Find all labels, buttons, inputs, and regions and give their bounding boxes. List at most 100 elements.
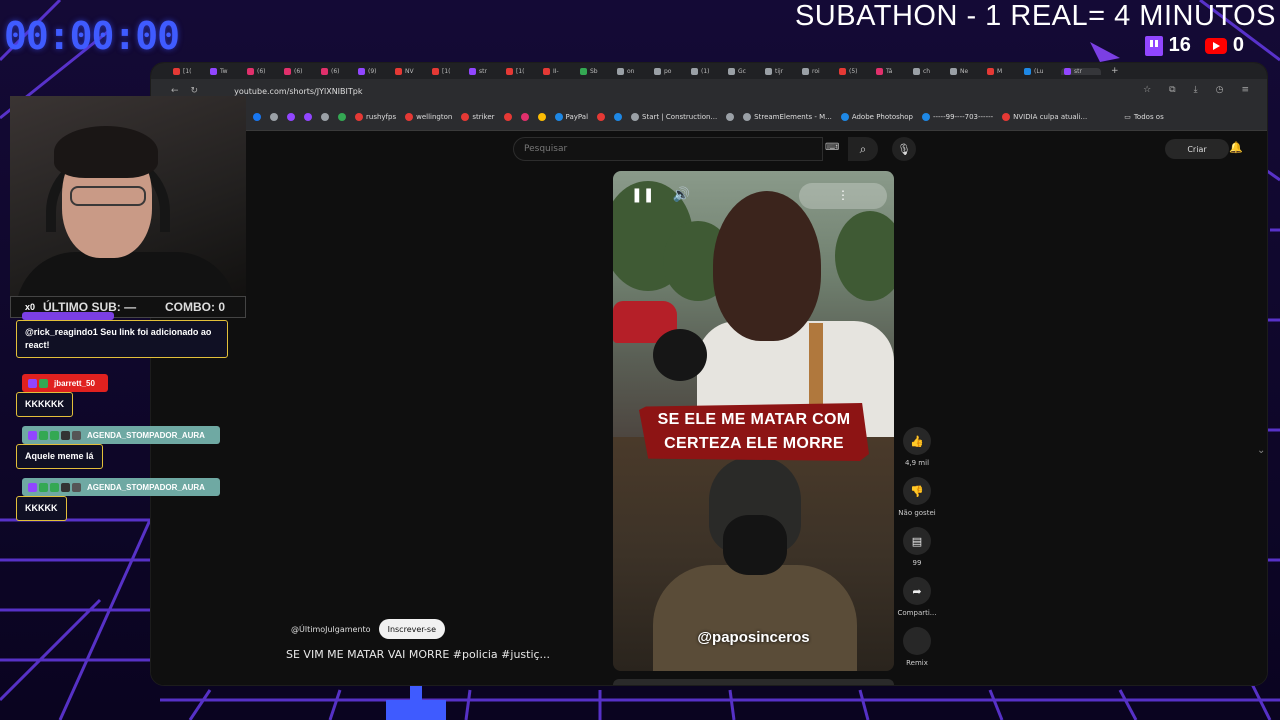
browser-tab[interactable]: (6) — [247, 67, 280, 75]
browser-tab[interactable]: on — [617, 67, 650, 75]
browser-tab[interactable]: (Lu — [1024, 67, 1057, 75]
tab-label: on — [627, 67, 635, 75]
menu-icon[interactable]: ≡ — [1241, 85, 1249, 95]
bookmark-item[interactable] — [321, 112, 329, 121]
sword-badge-icon — [50, 430, 59, 440]
shorts-video-player[interactable]: ❚❚ 🔊 ⋮ @paposinceros SE ELE ME MATAR COM… — [613, 171, 894, 671]
search-button[interactable]: ⌕ — [848, 137, 878, 161]
browser-tab[interactable]: [1( — [506, 67, 539, 75]
keyboard-icon[interactable]: ⌨ — [825, 142, 839, 153]
bookmark-item[interactable]: wellington — [405, 112, 452, 121]
voice-search-button[interactable]: 🎙 — [892, 137, 916, 161]
more-options-button[interactable]: ⋮ — [799, 183, 887, 209]
share-icon[interactable]: ➦ — [903, 577, 931, 605]
bookmark-item[interactable] — [726, 112, 735, 121]
subscribe-button[interactable]: Inscrever-se — [378, 619, 446, 639]
browser-tab[interactable]: (1) — [691, 67, 724, 75]
bookmark-item[interactable]: NVIDIA culpa atuali... — [1002, 112, 1087, 121]
like-action[interactable]: 👍 4,9 mil — [903, 427, 931, 473]
browser-tab[interactable]: (5) — [839, 67, 872, 75]
browser-tab[interactable]: M — [987, 67, 1020, 75]
tab-favicon-icon — [691, 67, 698, 75]
player-controls[interactable]: ❚❚ 🔊 — [631, 187, 690, 203]
bookmark-item[interactable] — [520, 112, 529, 121]
like-count: 4,9 mil — [904, 459, 930, 467]
video-title[interactable]: SE VIM ME MATAR VAI MORRE #policia #just… — [286, 648, 550, 661]
channel-name[interactable]: @ÚltimoJulgamento — [291, 625, 371, 634]
tab-favicon-icon — [765, 67, 772, 75]
comment-icon[interactable]: ▤ — [903, 527, 931, 555]
comment-action[interactable]: ▤ 99 — [903, 527, 931, 573]
browser-tab-active[interactable]: str — [1061, 67, 1101, 75]
back-icon[interactable]: ← — [171, 86, 179, 96]
sword-badge-icon — [39, 482, 48, 492]
history-icon[interactable]: ◷ — [1216, 85, 1224, 95]
browser-tab[interactable]: roi — [802, 67, 835, 75]
youtube-page: Pesquisar ⌨ ⌕ 🎙 Criar 🔔 ❚❚ 🔊 ⋮ @paposinc… — [151, 131, 1267, 685]
search-input[interactable]: Pesquisar — [513, 137, 823, 161]
volume-icon[interactable]: 🔊 — [672, 187, 689, 203]
tab-label: po — [664, 67, 672, 75]
extensions-icon[interactable]: ⧉ — [1169, 85, 1175, 95]
browser-tab[interactable]: (6) — [321, 67, 354, 75]
browser-tab[interactable]: II- — [543, 67, 576, 75]
browser-tab[interactable]: Gc — [728, 67, 761, 75]
browser-tab[interactable]: Tá — [876, 67, 909, 75]
bookmark-item[interactable] — [503, 112, 512, 121]
bookmark-favicon-icon — [287, 112, 295, 121]
sub-badge-icon — [39, 378, 48, 388]
browser-tab[interactable]: NV — [395, 67, 428, 75]
browser-tab[interactable]: Ne — [950, 67, 983, 75]
remix-icon[interactable] — [903, 627, 931, 655]
browser-tab[interactable]: [1( — [432, 67, 465, 75]
bookmark-star-icon[interactable]: ☆ — [1143, 85, 1151, 95]
bookmark-item[interactable] — [537, 112, 546, 121]
subathon-timer: 00:00:00 — [4, 14, 180, 58]
new-tab-icon[interactable]: + — [1111, 66, 1119, 76]
next-short-preview[interactable] — [613, 679, 894, 685]
bookmark-item[interactable] — [597, 112, 606, 121]
bookmark-item[interactable] — [304, 112, 312, 121]
browser-tab[interactable]: str — [469, 67, 502, 75]
bookmark-label: Start | Construction... — [642, 112, 718, 121]
bookmark-item[interactable] — [253, 112, 261, 121]
bookmark-item[interactable] — [270, 112, 278, 121]
bookmark-item[interactable] — [287, 112, 295, 121]
browser-tab[interactable]: Sb — [580, 67, 613, 75]
bookmark-item[interactable] — [614, 112, 623, 121]
bookmark-item[interactable] — [338, 112, 346, 121]
create-button[interactable]: Criar — [1165, 139, 1229, 159]
bookmark-item[interactable]: striker — [461, 112, 495, 121]
notifications-bell-icon[interactable]: 🔔 — [1229, 141, 1243, 154]
bookmark-item[interactable]: rushyfps — [355, 112, 396, 121]
chat-message-text: KKKKK — [16, 496, 67, 521]
download-icon[interactable]: ⤓ — [1194, 85, 1198, 95]
browser-tab[interactable]: (6) — [284, 67, 317, 75]
browser-tab[interactable]: Tw — [210, 67, 243, 75]
bookmark-favicon-icon — [355, 112, 363, 121]
browser-tab[interactable]: tijr — [765, 67, 798, 75]
bookmark-item[interactable]: Adobe Photoshop — [840, 112, 913, 121]
browser-tab[interactable]: (9) — [358, 67, 391, 75]
thumbs-up-icon[interactable]: 👍 — [903, 427, 931, 455]
all-bookmarks-folder[interactable]: ▭ Todos os — [1124, 113, 1164, 121]
pause-icon[interactable]: ❚❚ — [631, 187, 654, 203]
tab-favicon-icon — [654, 67, 661, 75]
browser-tab[interactable]: po — [654, 67, 687, 75]
bookmark-item[interactable]: Start | Construction... — [631, 112, 718, 121]
twitch-badge-icon — [28, 378, 37, 388]
browser-tab[interactable]: ch — [913, 67, 946, 75]
chat-message-text: @rick_reagindo1 Seu link foi adicionado … — [16, 320, 228, 358]
bookmark-item[interactable]: PayPal — [554, 112, 588, 121]
thumbs-down-icon[interactable]: 👎 — [903, 477, 931, 505]
url-field[interactable]: youtube.com/shorts/JYlXNIBITpk — [234, 87, 362, 96]
share-action[interactable]: ➦ Comparti... — [898, 577, 936, 623]
dislike-action[interactable]: 👎 Não gostei — [898, 477, 936, 523]
refresh-icon[interactable]: ↻ — [191, 86, 199, 96]
chevron-down-icon[interactable]: ⌄ — [1257, 445, 1265, 456]
browser-tab[interactable]: [1( — [173, 67, 206, 75]
bookmark-item[interactable]: -----99----703------ — [921, 112, 993, 121]
tab-strip: [1( Tw (6) (6) (6) (9) NV [1( str [1( II- Sb on po (1)… — [151, 63, 1267, 79]
remix-action[interactable]: Remix — [903, 627, 931, 673]
bookmark-item[interactable]: StreamElements - M... — [743, 112, 832, 121]
